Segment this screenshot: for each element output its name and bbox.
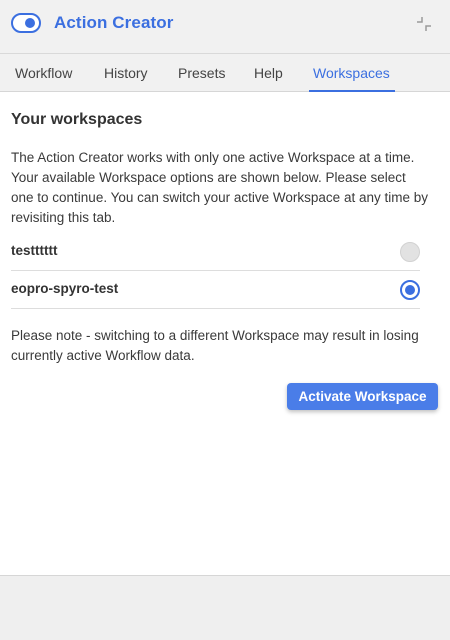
tab-presets[interactable]: Presets	[178, 54, 225, 92]
intro-text: The Action Creator works with only one a…	[11, 150, 428, 225]
panel-header: Action Creator	[0, 0, 450, 54]
workspace-name: testttttt	[11, 243, 58, 258]
workspaces-content: Your workspaces The Action Creator works…	[0, 92, 450, 576]
section-title: Your workspaces	[11, 111, 143, 128]
tab-help[interactable]: Help	[254, 54, 283, 92]
tab-bar: Workflow History Presets Help Workspaces	[0, 54, 450, 92]
app-title: Action Creator	[54, 13, 174, 32]
toggle-knob	[25, 18, 35, 28]
toggle-switch-icon[interactable]	[11, 13, 41, 33]
workspace-radio[interactable]	[400, 242, 420, 262]
workspace-row[interactable]: testttttt	[11, 233, 420, 271]
tab-history[interactable]: History	[104, 54, 148, 92]
tab-workflow[interactable]: Workflow	[15, 54, 72, 92]
collapse-icon[interactable]	[415, 15, 433, 33]
activate-workspace-button[interactable]: Activate Workspace	[287, 383, 438, 410]
workspace-row[interactable]: eopro-spyro-test	[11, 271, 420, 309]
workspace-name: eopro-spyro-test	[11, 281, 119, 296]
action-creator-panel: Action Creator Workflow History Presets …	[0, 0, 450, 640]
switch-note: Please note - switching to a different W…	[11, 328, 419, 363]
panel-footer	[0, 577, 450, 640]
workspace-radio[interactable]	[400, 280, 420, 300]
tab-workspaces[interactable]: Workspaces	[309, 54, 395, 92]
